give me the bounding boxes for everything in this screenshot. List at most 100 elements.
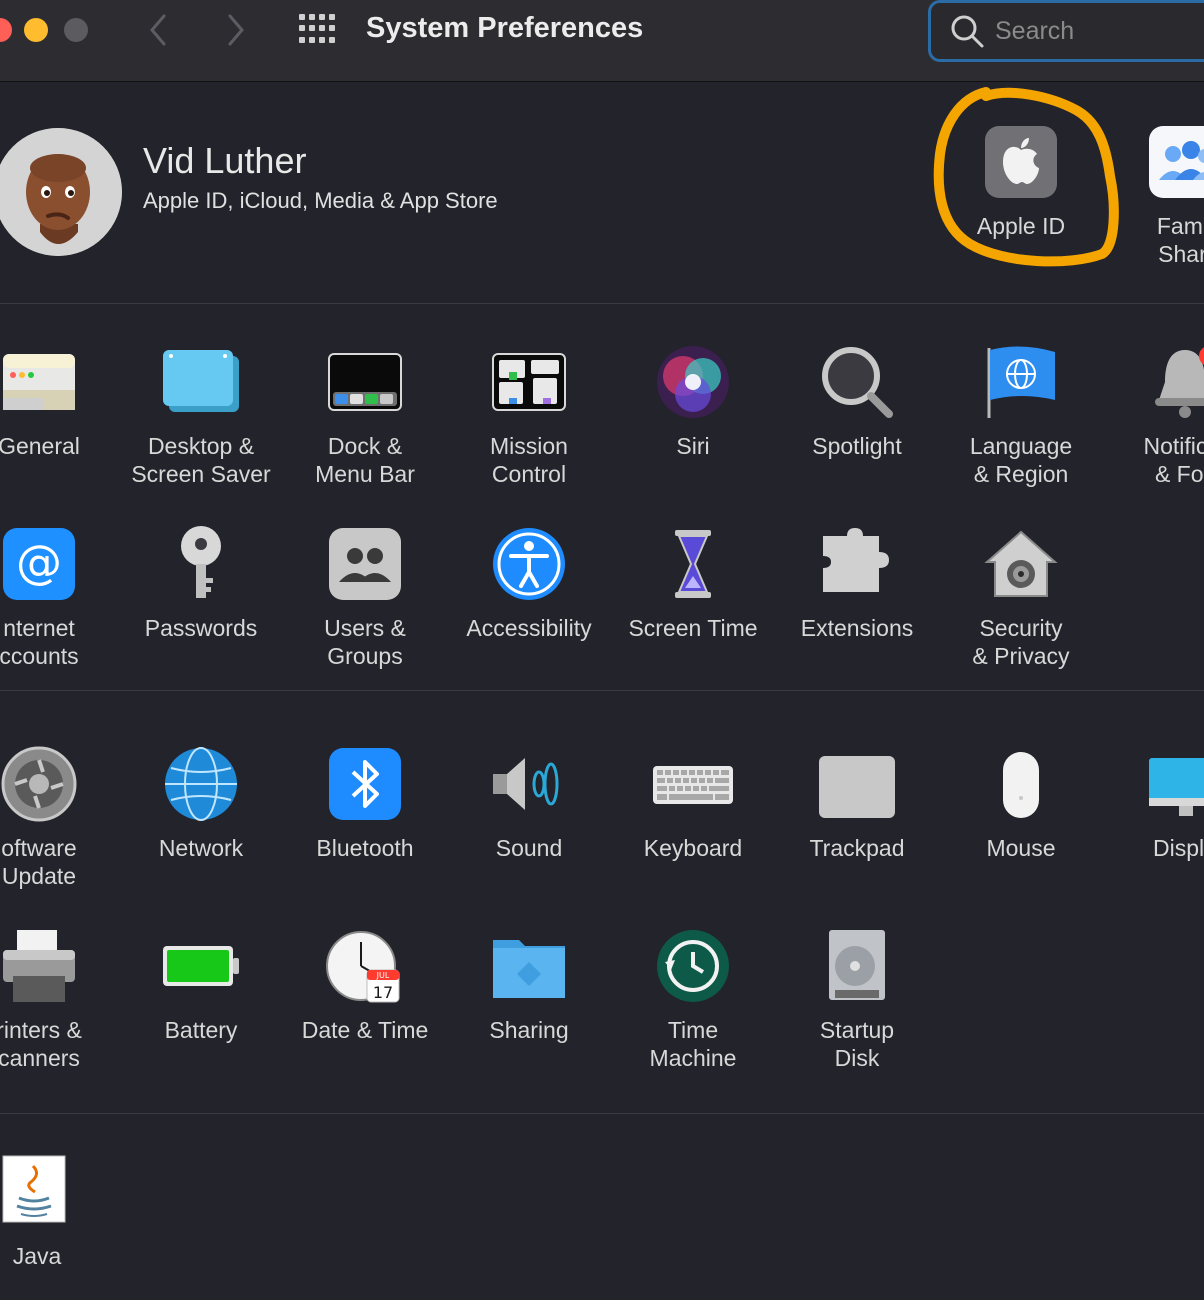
pane-security-privacy[interactable]: Security & Privacy bbox=[946, 524, 1096, 670]
globe-icon bbox=[161, 744, 241, 824]
pane-users-groups[interactable]: Users & Groups bbox=[290, 524, 440, 670]
calendar-day: 17 bbox=[373, 983, 393, 1002]
pane-accessibility[interactable]: Accessibility bbox=[454, 524, 604, 642]
puzzle-icon bbox=[817, 524, 897, 604]
pane-label: Siri bbox=[676, 433, 710, 459]
keyboard-icon bbox=[653, 744, 733, 824]
pane-label: nternet ccounts bbox=[0, 615, 79, 669]
zoom-button[interactable] bbox=[64, 18, 88, 42]
pane-language-region[interactable]: Language & Region bbox=[946, 342, 1096, 488]
pane-java[interactable]: Java bbox=[0, 1152, 112, 1270]
pane-sharing[interactable]: Sharing bbox=[454, 926, 604, 1044]
siri-icon bbox=[653, 342, 733, 422]
pane-label: Java bbox=[12, 1243, 62, 1269]
pane-mouse[interactable]: Mouse bbox=[946, 744, 1096, 862]
pane-network[interactable]: Network bbox=[126, 744, 276, 862]
pane-displays[interactable]: Displa bbox=[1110, 744, 1204, 862]
speaker-icon bbox=[489, 744, 569, 824]
pane-label: Keyboard bbox=[643, 835, 743, 861]
apple-account-header: Vid Luther Apple ID, iCloud, Media & App… bbox=[0, 84, 1204, 304]
pane-label: General bbox=[0, 433, 80, 459]
display-icon bbox=[1145, 744, 1204, 824]
pane-label: Sharing bbox=[489, 1017, 569, 1043]
pane-label: Displa bbox=[1153, 835, 1204, 861]
pane-label: Date & Time bbox=[301, 1017, 429, 1043]
notifications-bell-icon bbox=[1145, 342, 1204, 422]
pane-trackpad[interactable]: Trackpad bbox=[782, 744, 932, 862]
pane-screen-time[interactable]: Screen Time bbox=[618, 524, 768, 642]
pane-mission-control[interactable]: Mission Control bbox=[454, 342, 604, 488]
security-house-icon bbox=[981, 524, 1061, 604]
pane-label: Famil Shari bbox=[1156, 213, 1204, 267]
pane-label: Passwords bbox=[144, 615, 258, 641]
pane-time-machine[interactable]: Time Machine bbox=[618, 926, 768, 1072]
mouse-icon bbox=[981, 744, 1061, 824]
bluetooth-icon bbox=[325, 744, 405, 824]
section-divider bbox=[0, 1113, 1204, 1114]
family-sharing-icon bbox=[1145, 122, 1204, 202]
memoji-avatar-icon bbox=[0, 128, 122, 256]
pane-bluetooth[interactable]: Bluetooth bbox=[290, 744, 440, 862]
search-field[interactable] bbox=[928, 0, 1204, 62]
desktop-icon bbox=[161, 342, 241, 422]
pane-software-update[interactable]: oftware Update bbox=[0, 744, 114, 890]
trackpad-icon bbox=[817, 744, 897, 824]
pane-dock-menu-bar[interactable]: Dock & Menu Bar bbox=[290, 342, 440, 488]
java-icon bbox=[0, 1152, 77, 1232]
minimize-button[interactable] bbox=[24, 18, 48, 42]
pane-family-sharing[interactable]: Famil Shari bbox=[1110, 122, 1204, 268]
pane-date-time[interactable]: JUL 17 Date & Time bbox=[290, 926, 440, 1044]
hourglass-icon bbox=[653, 524, 733, 604]
pane-passwords[interactable]: Passwords bbox=[126, 524, 276, 642]
pane-label: Trackpad bbox=[809, 835, 905, 861]
pane-label: rinters & canners bbox=[0, 1017, 82, 1071]
pane-label: Apple ID bbox=[976, 213, 1066, 239]
key-icon bbox=[161, 524, 241, 604]
dock-icon bbox=[325, 342, 405, 422]
pane-desktop-screen-saver[interactable]: Desktop & Screen Saver bbox=[126, 342, 276, 488]
pane-printers-scanners[interactable]: rinters & canners bbox=[0, 926, 114, 1072]
svg-text:@: @ bbox=[16, 535, 62, 589]
pane-label: oftware Update bbox=[1, 835, 77, 889]
pane-apple-id[interactable]: Apple ID bbox=[946, 122, 1096, 240]
pane-label: Mission Control bbox=[490, 433, 568, 487]
pane-label: Time Machine bbox=[649, 1017, 737, 1071]
general-icon bbox=[0, 342, 79, 422]
pane-label: Notificat & Foc bbox=[1143, 433, 1204, 487]
hard-disk-icon bbox=[817, 926, 897, 1006]
accessibility-icon bbox=[489, 524, 569, 604]
battery-icon bbox=[161, 926, 241, 1006]
pane-label: Network bbox=[158, 835, 244, 861]
pane-label: Dock & Menu Bar bbox=[315, 433, 415, 487]
sharing-folder-icon bbox=[489, 926, 569, 1006]
pane-battery[interactable]: Battery bbox=[126, 926, 276, 1044]
pane-siri[interactable]: Siri bbox=[618, 342, 768, 460]
pane-internet-accounts[interactable]: @ nternet ccounts bbox=[0, 524, 114, 670]
close-button[interactable] bbox=[0, 18, 12, 42]
pane-sound[interactable]: Sound bbox=[454, 744, 604, 862]
pane-label: Language & Region bbox=[969, 433, 1073, 487]
pane-general[interactable]: General bbox=[0, 342, 114, 460]
printer-icon bbox=[0, 926, 79, 1006]
pane-notifications-focus[interactable]: Notificat & Foc bbox=[1110, 342, 1204, 488]
pane-label: Bluetooth bbox=[316, 835, 414, 861]
show-all-grid-icon[interactable] bbox=[299, 14, 335, 44]
language-flag-icon bbox=[981, 342, 1061, 422]
apple-logo-icon bbox=[981, 122, 1061, 202]
users-icon bbox=[325, 524, 405, 604]
pane-label: Users & Groups bbox=[324, 615, 406, 669]
pane-label: Startup Disk bbox=[819, 1017, 895, 1071]
pane-spotlight[interactable]: Spotlight bbox=[782, 342, 932, 460]
pane-label: Accessibility bbox=[466, 615, 592, 641]
section-divider bbox=[0, 690, 1204, 691]
pane-startup-disk[interactable]: Startup Disk bbox=[782, 926, 932, 1072]
avatar[interactable] bbox=[0, 128, 122, 256]
forward-arrow-icon[interactable] bbox=[220, 12, 250, 48]
pane-extensions[interactable]: Extensions bbox=[782, 524, 932, 642]
pane-keyboard[interactable]: Keyboard bbox=[618, 744, 768, 862]
user-name: Vid Luther bbox=[143, 140, 307, 181]
search-input[interactable] bbox=[995, 13, 1195, 49]
time-machine-icon bbox=[653, 926, 733, 1006]
calendar-month: JUL bbox=[376, 971, 390, 980]
back-arrow-icon[interactable] bbox=[144, 12, 174, 48]
